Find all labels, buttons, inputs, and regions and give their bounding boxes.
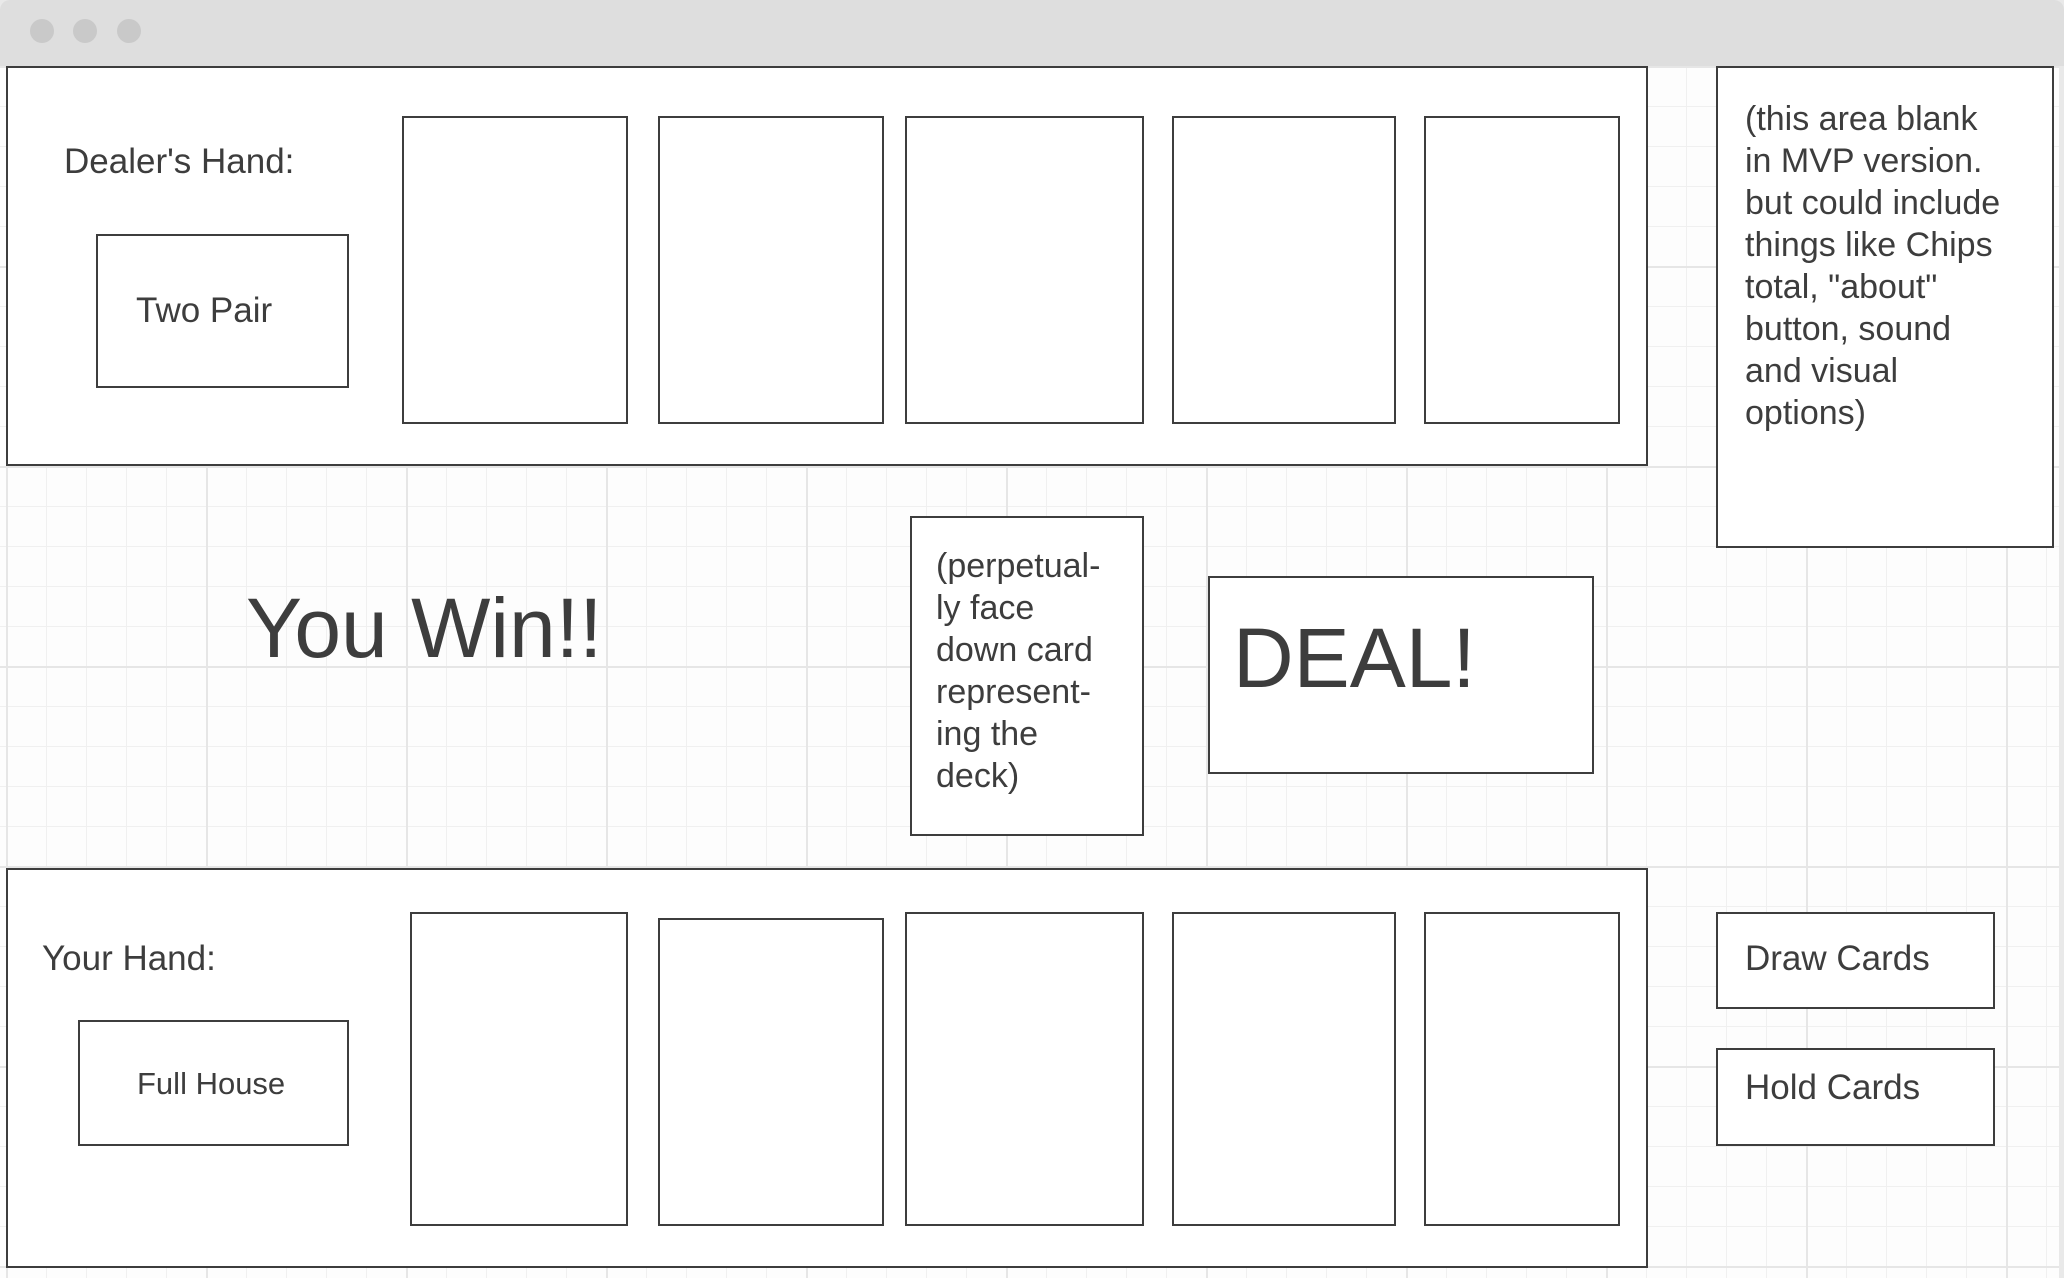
app-window: Dealer's Hand: Two Pair (this area blank… <box>0 0 2064 1278</box>
dealer-card-1 <box>402 116 628 424</box>
player-hand-rank: Full House <box>137 1066 286 1101</box>
deal-button-label: DEAL! <box>1233 611 1476 705</box>
minimize-window-icon[interactable] <box>73 19 97 43</box>
player-card-4[interactable] <box>1172 912 1396 1226</box>
player-card-5[interactable] <box>1424 912 1620 1226</box>
hold-cards-label: Hold Cards <box>1745 1068 1921 1107</box>
draw-cards-label: Draw Cards <box>1745 939 1930 978</box>
maximize-window-icon[interactable] <box>117 19 141 43</box>
player-card-3[interactable] <box>905 912 1144 1226</box>
player-card-2[interactable] <box>658 918 884 1226</box>
close-window-icon[interactable] <box>30 19 54 43</box>
result-message: You Win!! <box>246 581 603 675</box>
dealer-hand-rank: Two Pair <box>136 291 273 330</box>
dealer-hand-label: Dealer's Hand: <box>64 142 295 181</box>
side-panel-note: (this area blank in MVP version. but cou… <box>1745 100 2001 432</box>
dealer-card-5 <box>1424 116 1620 424</box>
dealer-card-4 <box>1172 116 1396 424</box>
dealer-card-3 <box>905 116 1144 424</box>
player-hand-label: Your Hand: <box>42 939 216 978</box>
window-titlebar <box>0 0 2064 66</box>
deck-note: (perpetual- ly face down card represent-… <box>936 547 1101 795</box>
dealer-card-2 <box>658 116 884 424</box>
player-card-1[interactable] <box>410 912 628 1226</box>
